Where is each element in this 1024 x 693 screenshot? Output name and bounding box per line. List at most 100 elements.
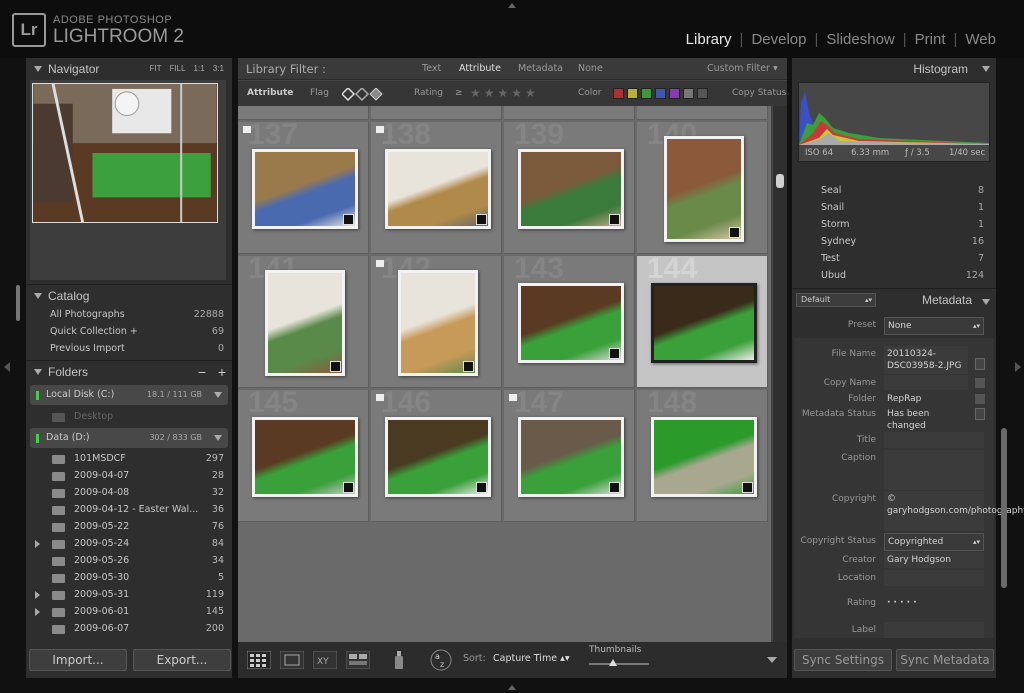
remove-folder-icon[interactable]: − [198, 361, 206, 383]
flag-filter-icons[interactable] [340, 86, 384, 102]
disk-dropdown-icon[interactable] [214, 435, 222, 441]
grid-scrollbar[interactable] [773, 106, 787, 642]
file-name-field[interactable]: 20110324-DSC03958-2.JPG [884, 346, 968, 374]
grid-cell[interactable]: 140 [637, 122, 768, 254]
thumbnail-slider-handle[interactable] [609, 659, 617, 666]
folder-item[interactable]: 2009-04-12 - Easter Wal... 36 [30, 501, 228, 518]
folder-item[interactable]: 101MSDCF 297 [30, 450, 228, 467]
folder-item[interactable]: 2009-04-07 28 [30, 467, 228, 484]
export-button[interactable]: Export... [133, 649, 231, 671]
pick-flag-icon[interactable] [376, 260, 384, 267]
preset-select[interactable]: None ▴▾ [884, 317, 984, 335]
pick-flag-icon[interactable] [509, 394, 517, 401]
copy-name-field[interactable] [884, 375, 968, 390]
grid-cell[interactable]: 142 [371, 256, 502, 388]
disk-data-d[interactable]: Data (D:) 302 / 833 GB [30, 428, 228, 448]
color-swatch[interactable] [641, 88, 652, 99]
filter-tab-metadata[interactable]: Metadata [518, 58, 563, 80]
copyright-status-select[interactable]: Copyrighted ▴▾ [884, 533, 984, 551]
keyword-item[interactable]: Snail 1 [792, 199, 996, 216]
grid-cell[interactable]: 148 [637, 390, 768, 522]
photo-thumbnail[interactable] [650, 283, 757, 363]
folder-item[interactable]: 2009-05-26 34 [30, 552, 228, 569]
photo-thumbnail[interactable] [264, 270, 345, 376]
navigator-preview-image[interactable] [32, 83, 218, 223]
collapse-left-arrow-icon[interactable] [4, 362, 10, 372]
compare-view-icon[interactable]: XY [313, 651, 337, 669]
rating-operator[interactable]: ≥ [455, 81, 463, 106]
filter-tab-text[interactable]: Text [422, 58, 441, 80]
folder-item[interactable]: 2009-06-07 200 [30, 620, 228, 637]
grid-cell[interactable]: 138 [371, 122, 502, 254]
grid-cell[interactable]: 139 [504, 122, 635, 254]
grid-cell[interactable] [637, 106, 768, 120]
filter-tab-attribute[interactable]: Attribute [459, 58, 501, 80]
navigator-header[interactable]: Navigator FIT FILL 1:1 3:1 [26, 58, 232, 80]
photo-thumbnail[interactable] [384, 417, 491, 497]
collapse-triangle-icon[interactable] [982, 299, 990, 305]
folder-goto-arrow-icon[interactable] [975, 394, 985, 404]
disk-dropdown-icon[interactable] [214, 392, 222, 398]
copy-name-arrow-icon[interactable] [975, 378, 985, 388]
right-outer-scrollbar[interactable] [1001, 428, 1007, 588]
folder-item[interactable]: 2009-06-01 145 [30, 603, 228, 620]
histogram-chart[interactable]: ISO 64 6.33 mm ƒ / 3.5 1/40 sec [798, 82, 990, 162]
zoom-options[interactable]: FIT FILL 1:1 3:1 [149, 58, 224, 80]
grid-scrollbar-thumb[interactable] [776, 174, 784, 188]
keyword-item[interactable]: Sydney 16 [792, 233, 996, 250]
module-web[interactable]: Web [965, 31, 996, 48]
collapse-bottom-arrow-icon[interactable] [508, 685, 516, 690]
sync-metadata-button[interactable]: Sync Metadata [896, 649, 994, 671]
collapse-right-arrow-icon[interactable] [1015, 362, 1021, 372]
collapse-triangle-icon[interactable] [982, 66, 990, 72]
module-slideshow[interactable]: Slideshow [826, 31, 894, 48]
color-swatch[interactable] [627, 88, 638, 99]
pick-flag-icon[interactable] [376, 394, 384, 401]
photo-thumbnail[interactable] [251, 417, 358, 497]
color-swatch[interactable] [697, 88, 708, 99]
folder-item[interactable]: 2009-05-24 84 [30, 535, 228, 552]
grid-cell[interactable]: 144 [637, 256, 768, 388]
module-develop[interactable]: Develop [751, 31, 806, 48]
zoom-fill[interactable]: FILL [170, 64, 186, 73]
grid-cell[interactable]: 147 [504, 390, 635, 522]
keyword-item[interactable]: Ubud 124 [792, 267, 996, 284]
zoom-fit[interactable]: FIT [149, 64, 161, 73]
photo-thumbnail[interactable] [517, 417, 624, 497]
filter-tab-none[interactable]: None [578, 58, 603, 80]
loupe-view-icon[interactable] [280, 651, 304, 669]
metadata-preset-select[interactable]: Default ▴▾ [796, 293, 876, 307]
survey-view-icon[interactable] [346, 651, 370, 669]
folder-desktop[interactable]: Desktop [30, 408, 228, 425]
grid-cell[interactable]: 145 [238, 390, 369, 522]
color-swatch[interactable] [613, 88, 624, 99]
histogram-header[interactable]: Histogram [792, 58, 996, 80]
import-button[interactable]: Import... [29, 649, 127, 671]
expand-triangle-icon[interactable] [35, 540, 40, 548]
label-field[interactable] [884, 622, 984, 638]
collapse-top-arrow-icon[interactable] [508, 3, 516, 8]
caption-field[interactable] [884, 450, 984, 490]
rename-action-icon[interactable] [975, 358, 985, 370]
left-panel-scrollbar[interactable] [16, 285, 20, 321]
expand-triangle-icon[interactable] [35, 608, 40, 616]
photo-thumbnail[interactable] [251, 149, 358, 229]
photo-thumbnail[interactable] [517, 283, 624, 363]
folders-header[interactable]: Folders − + [26, 360, 232, 382]
module-library[interactable]: Library [686, 31, 732, 48]
color-swatch[interactable] [655, 88, 666, 99]
pick-flag-icon[interactable] [243, 126, 251, 133]
thumbnail-size-slider[interactable] [589, 663, 649, 665]
toolbar-menu-arrow-icon[interactable] [767, 657, 777, 663]
photo-thumbnail[interactable] [650, 417, 757, 497]
color-swatch[interactable] [683, 88, 694, 99]
zoom-3-1[interactable]: 3:1 [213, 64, 224, 73]
folder-item[interactable]: 2009-04-08 32 [30, 484, 228, 501]
expand-triangle-icon[interactable] [35, 591, 40, 599]
grid-view-icon[interactable] [247, 651, 271, 669]
metadata-status-action-icon[interactable] [975, 408, 985, 420]
keyword-item[interactable]: Seal 8 [792, 182, 996, 199]
title-field[interactable] [884, 432, 984, 448]
add-folder-icon[interactable]: + [218, 361, 226, 383]
keyword-item[interactable]: Storm 1 [792, 216, 996, 233]
